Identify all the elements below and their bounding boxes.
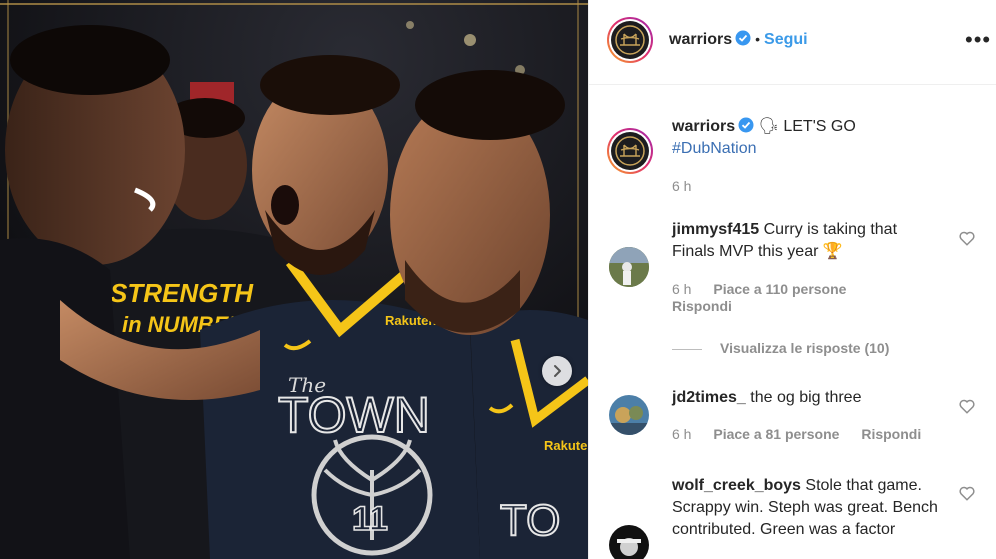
chevron-right-icon: [554, 365, 561, 377]
hashtag-link[interactable]: #DubNation: [672, 140, 757, 157]
post-side-panel: warriors • Segui ••• warriors 🗣 LET'S GO #…: [588, 0, 996, 559]
like-heart-icon[interactable]: [958, 484, 976, 502]
jimmysf415-avatar[interactable]: [609, 247, 649, 287]
comment-username[interactable]: wolf_creek_boys: [672, 477, 801, 494]
next-photo-button[interactable]: [542, 356, 572, 386]
svg-text:Rakuten: Rakuten: [544, 438, 588, 453]
more-options-icon[interactable]: •••: [965, 29, 991, 51]
warriors-avatar[interactable]: [607, 17, 653, 63]
post-header: warriors • Segui •••: [589, 0, 996, 85]
reply-button[interactable]: Rispondi: [861, 426, 921, 442]
like-heart-icon[interactable]: [958, 397, 976, 415]
header-username[interactable]: warriors: [669, 31, 732, 48]
speaking-head-emoji: 🗣: [758, 118, 779, 135]
user-photo-icon: [609, 247, 649, 287]
jersey-number: 11: [352, 500, 388, 538]
wolf-creek-boys-avatar[interactable]: [609, 525, 649, 559]
caption-text: LET'S GO: [783, 118, 856, 135]
warriors-logo-icon: [615, 25, 645, 55]
warriors-logo-icon: [615, 136, 645, 166]
follow-button[interactable]: Segui: [764, 31, 808, 48]
comment-text: the og big three: [750, 389, 862, 406]
comment-likes[interactable]: Piace a 81 persone: [713, 426, 839, 442]
comment-time: 6 h: [672, 281, 692, 297]
caption-username[interactable]: warriors: [672, 118, 735, 135]
shirt-text-strength: STRENGTH: [110, 278, 254, 308]
caption-avatar[interactable]: [607, 128, 653, 174]
jd2times-avatar[interactable]: [609, 395, 649, 435]
comment-username[interactable]: jimmysf415: [672, 221, 759, 238]
user-photo-icon: [609, 525, 649, 559]
reply-button[interactable]: Rispondi: [672, 298, 732, 314]
comment-username[interactable]: jd2times_: [672, 389, 746, 406]
like-heart-icon[interactable]: [958, 229, 976, 247]
jersey-town-text: TOWN: [278, 387, 430, 443]
post-photo[interactable]: STRENGTH in NUMBERS The TOWN 11 Rakuten …: [0, 0, 588, 559]
verified-badge-icon: [735, 30, 751, 46]
comment-likes[interactable]: Piace a 110 persone: [713, 281, 846, 297]
verified-badge-icon: [738, 117, 754, 133]
user-photo-icon: [609, 395, 649, 435]
celebration-image: STRENGTH in NUMBERS The TOWN 11 Rakuten …: [0, 0, 588, 559]
separator-dot: •: [755, 31, 761, 47]
caption-time: 6 h: [672, 178, 692, 194]
view-replies-label: Visualizza le risposte (10): [720, 340, 890, 356]
svg-text:TO: TO: [500, 496, 560, 545]
view-replies-button[interactable]: Visualizza le risposte (10): [672, 340, 889, 356]
comment-time: 6 h: [672, 426, 692, 442]
